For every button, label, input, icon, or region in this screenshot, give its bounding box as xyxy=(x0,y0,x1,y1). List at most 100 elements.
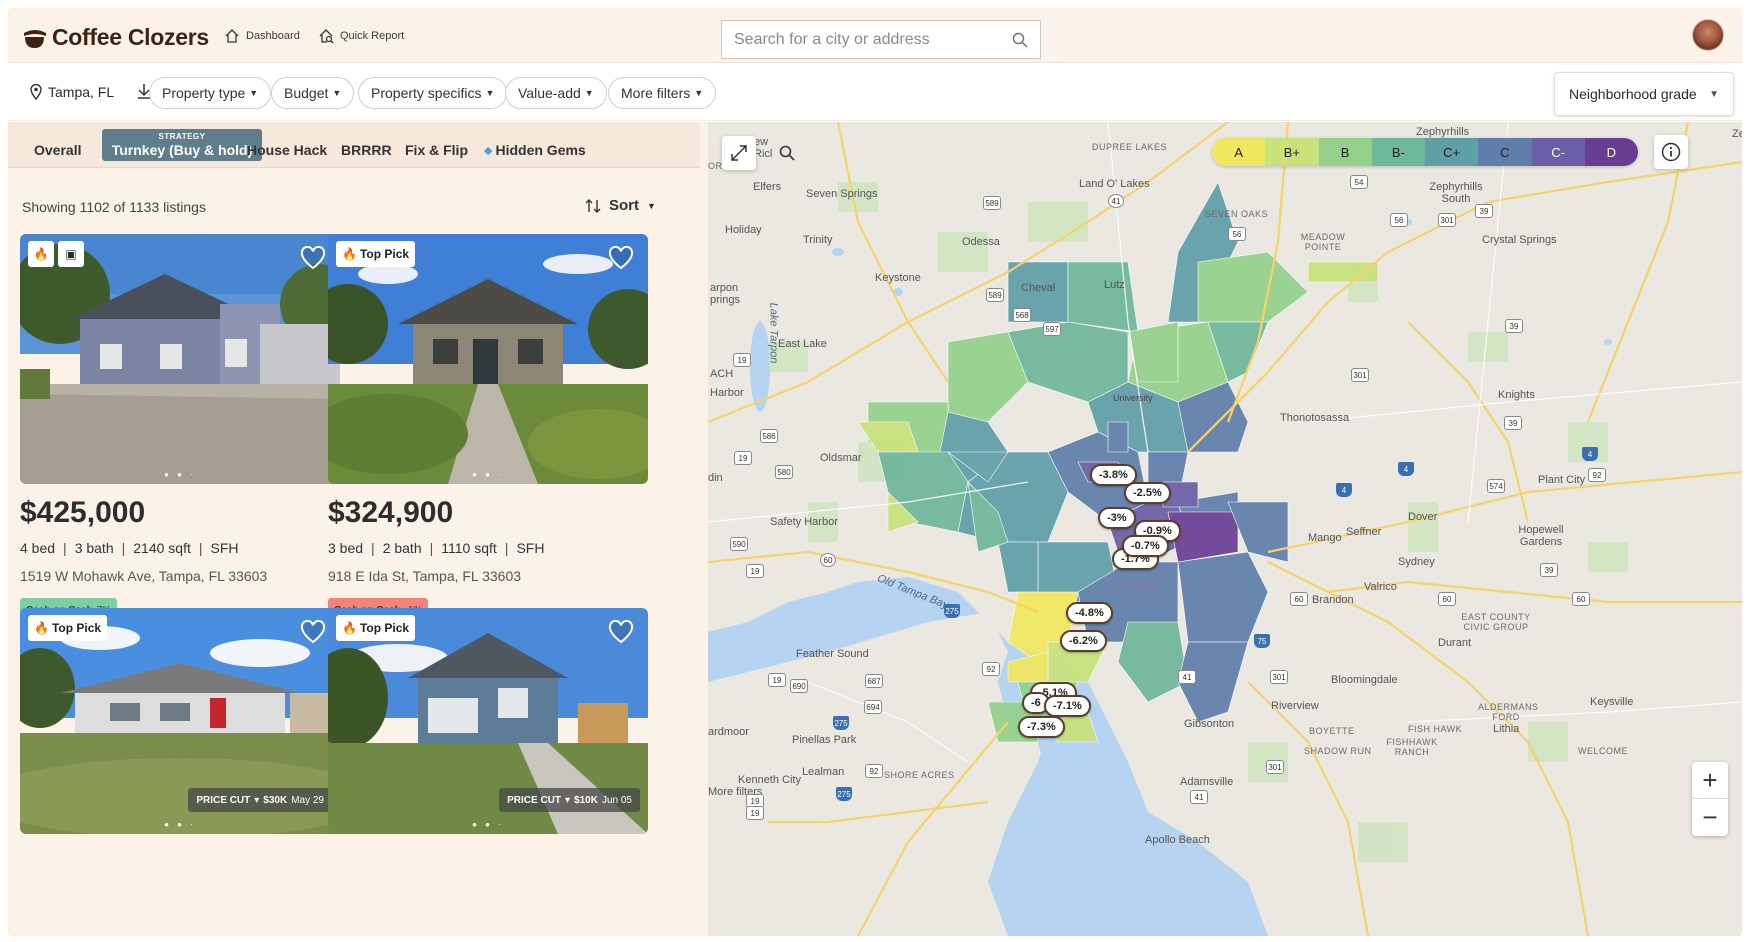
grade-d: D xyxy=(1584,138,1638,166)
place-label: SEVEN OAKS xyxy=(1205,209,1269,219)
avatar[interactable] xyxy=(1692,19,1724,51)
logo-text: Coffee Clozers xyxy=(52,24,209,50)
road-shield: 589 xyxy=(986,288,1004,302)
listing-photo[interactable]: 🔥 Top Pick ● ● · xyxy=(328,234,648,484)
road-shield: 580 xyxy=(775,465,793,479)
listing-photo[interactable]: 🔥 Top Pick PRICE CUT ▾ $10K Jun 05 ● ● · xyxy=(328,608,648,834)
listing-address: 1519 W Mohawk Ave, Tampa, FL 33603 xyxy=(20,568,268,584)
carousel-dots[interactable]: ● ● · xyxy=(328,820,648,829)
tab-fix-flip[interactable]: Fix & Flip xyxy=(405,142,468,158)
road-shield: 39 xyxy=(1504,416,1522,430)
price-change-marker[interactable]: -7.1% xyxy=(1044,695,1091,717)
map-search-button[interactable] xyxy=(770,136,804,170)
price-change-marker[interactable]: -6.2% xyxy=(1060,630,1107,652)
tab-house-hack[interactable]: House Hack xyxy=(247,142,327,158)
sort-arrows-icon xyxy=(585,198,601,213)
filter-label: Property type xyxy=(162,85,246,101)
search-input[interactable] xyxy=(734,30,994,49)
grade-a: A xyxy=(1212,138,1266,166)
fire-icon: 🔥 xyxy=(28,241,54,267)
filter-property-specifics[interactable]: Property specifics ▼ xyxy=(358,77,508,109)
road-shield: 60 xyxy=(820,553,836,567)
listing-photo[interactable]: 🔥 Top Pick PRICE CUT ▾ $30K May 29 ● ● · xyxy=(20,608,340,834)
price-cut-amount: $30K xyxy=(263,794,288,806)
road-shield: 60 xyxy=(1572,592,1590,606)
road-shield: 19 xyxy=(734,451,752,465)
place-label: Trinity xyxy=(803,234,833,246)
map-pin-icon xyxy=(30,84,42,100)
place-label: Zephyrhills xyxy=(1732,128,1742,140)
search-icon xyxy=(779,145,795,161)
listings-panel: Overall STRATEGY Turnkey (Buy & hold) Ho… xyxy=(8,122,708,936)
price-cut-amount: $10K xyxy=(574,794,598,806)
price-change-marker[interactable]: -4.8% xyxy=(1066,602,1113,624)
sqft: 2140 sqft xyxy=(133,540,191,556)
filter-bar: Tampa, FL Property type ▼ Budget ▼ Propert… xyxy=(8,64,1742,121)
place-label: Zephyrhills South xyxy=(1429,181,1483,205)
place-label: Thonotosassa xyxy=(1280,412,1350,424)
grade-c: C xyxy=(1478,138,1532,166)
road-shield: 60 xyxy=(1438,592,1456,606)
road-shield: 574 xyxy=(1487,479,1505,493)
heart-icon[interactable] xyxy=(608,246,634,270)
place-label: Hopewell Gardens xyxy=(1518,524,1564,548)
place-label: ALDERMANS FORD xyxy=(1478,702,1539,722)
map-view[interactable]: Elfers Seven Springs Land O' Lakes Trini… xyxy=(708,122,1742,936)
tab-brrrr[interactable]: BRRRR xyxy=(341,142,392,158)
road-shield: 56 xyxy=(1390,213,1408,227)
filter-label: Budget xyxy=(284,85,329,101)
carousel-dots[interactable]: ● ● · xyxy=(20,470,340,479)
tab-caption: STRATEGY xyxy=(158,132,206,141)
road-shield: 301 xyxy=(1351,368,1369,382)
tab-overall[interactable]: Overall xyxy=(34,142,81,158)
filter-more[interactable]: More filters ▼ xyxy=(608,77,717,109)
top-pick-badge: 🔥 Top Pick xyxy=(28,615,108,641)
place-label: OR xyxy=(708,161,723,171)
expand-map-button[interactable] xyxy=(722,136,756,170)
price-cut-label: PRICE CUT xyxy=(196,794,251,806)
road-shield: 54 xyxy=(1350,175,1368,189)
road-shield: 586 xyxy=(760,429,778,443)
neighborhood-grade-select[interactable]: Neighborhood grade ▼ xyxy=(1554,72,1734,116)
caret-down-icon: ▼ xyxy=(1709,88,1719,100)
carousel-dots[interactable]: ● ● · xyxy=(328,470,648,479)
tab-turnkey[interactable]: STRATEGY Turnkey (Buy & hold) xyxy=(102,129,262,161)
interstate-shield: 275 xyxy=(833,716,849,730)
filter-label: Property specifics xyxy=(371,85,482,101)
heart-icon[interactable] xyxy=(608,620,634,644)
place-label: Adamsville xyxy=(1180,776,1234,788)
logo[interactable]: Coffee Clozers xyxy=(22,24,209,51)
place-label: BOYETTE xyxy=(1309,726,1355,736)
location-selector[interactable]: Tampa, FL xyxy=(30,84,114,100)
nav-quick-report[interactable]: Quick Report xyxy=(318,28,404,44)
sort-button[interactable]: Sort ▼ xyxy=(585,197,656,214)
place-label: Lutz xyxy=(1104,279,1125,291)
nav-dashboard[interactable]: Dashboard xyxy=(224,28,300,44)
listing-photo[interactable]: 🔥 ▣ ● ● · xyxy=(20,234,340,484)
place-label: Apollo Beach xyxy=(1145,834,1210,846)
price-change-marker[interactable]: -7.3% xyxy=(1018,716,1065,738)
price-change-marker[interactable]: -0.7% xyxy=(1122,535,1169,557)
listing-price: $324,900 xyxy=(328,496,454,529)
zoom-out-button[interactable]: − xyxy=(1692,799,1728,836)
road-shield: 568 xyxy=(1013,308,1031,322)
search-bar xyxy=(721,20,1041,59)
road-shield: 56 xyxy=(1228,227,1246,241)
fire-icon: 🔥 xyxy=(34,621,49,635)
filter-budget[interactable]: Budget ▼ xyxy=(271,77,355,109)
fire-icon: 🔥 xyxy=(342,621,357,635)
carousel-dots[interactable]: ● ● · xyxy=(20,820,340,829)
heart-icon[interactable] xyxy=(300,246,326,270)
tab-hidden-gems[interactable]: ◆ Hidden Gems xyxy=(484,142,586,158)
price-change-marker[interactable]: -3% xyxy=(1098,507,1136,529)
heart-icon[interactable] xyxy=(300,620,326,644)
info-button[interactable] xyxy=(1654,135,1688,169)
filter-property-type[interactable]: Property type ▼ xyxy=(149,77,272,109)
price-cut-date: May 29 xyxy=(291,794,324,806)
price-change-marker[interactable]: -2.5% xyxy=(1124,482,1171,504)
place-label: WELCOME xyxy=(1578,746,1629,756)
zoom-in-button[interactable]: + xyxy=(1692,762,1728,799)
road-shield: 19 xyxy=(768,673,786,687)
search-icon[interactable] xyxy=(1012,32,1028,48)
filter-value-add[interactable]: Value-add ▼ xyxy=(505,77,607,109)
